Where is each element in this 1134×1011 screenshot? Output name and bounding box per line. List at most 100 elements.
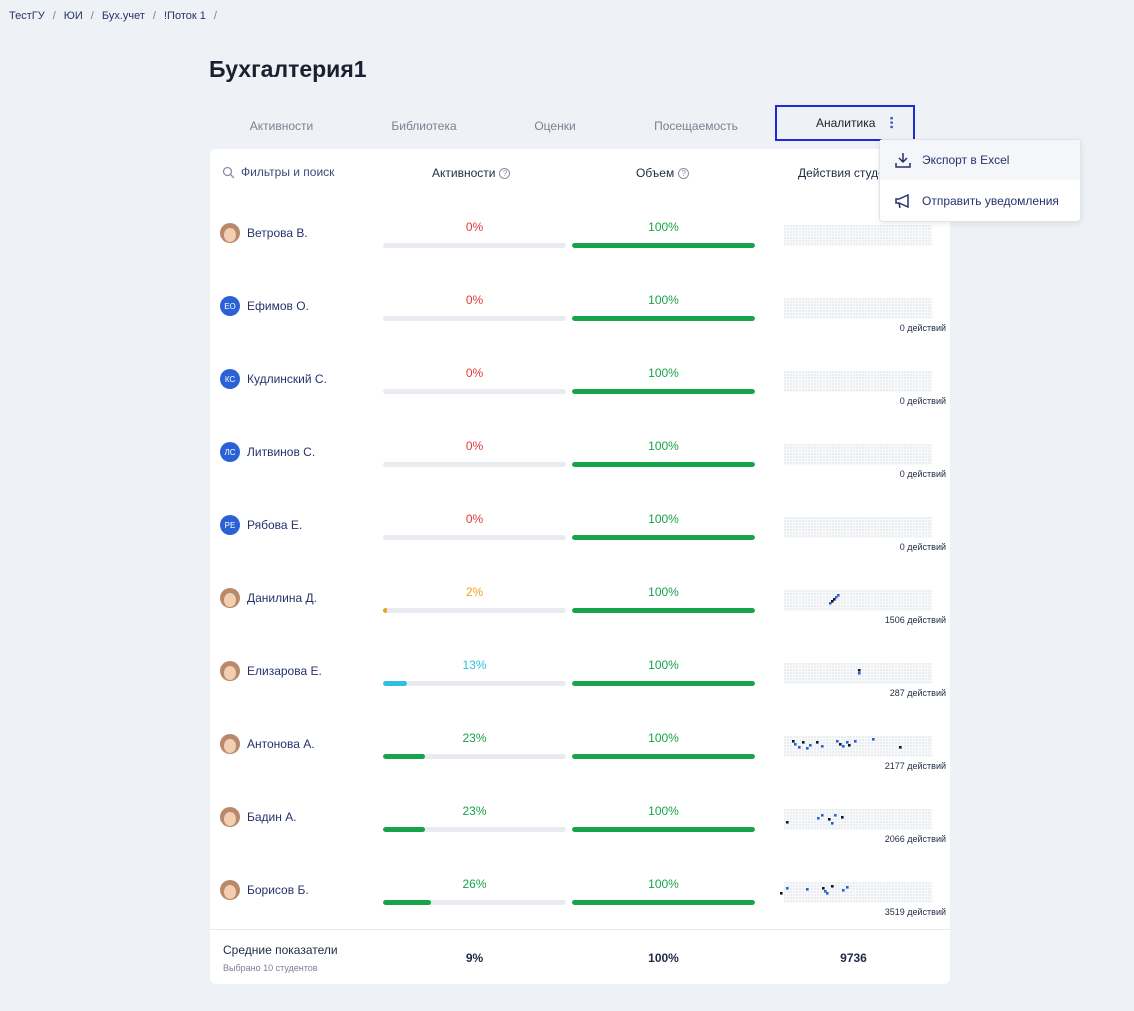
student-name[interactable]: Бадин А. bbox=[247, 810, 297, 824]
help-icon[interactable]: ? bbox=[678, 167, 690, 179]
column-volume-label: Объем bbox=[636, 166, 675, 180]
heatmap-cell bbox=[831, 600, 834, 603]
volume-progress-bar bbox=[572, 900, 755, 905]
heatmap-cell bbox=[842, 745, 845, 748]
activity-heatmap bbox=[784, 663, 932, 684]
breadcrumb-item[interactable]: ЮИ bbox=[64, 10, 83, 22]
activity-progress-bar bbox=[383, 535, 566, 540]
heatmap-cell bbox=[817, 817, 820, 820]
heatmap-cell bbox=[836, 740, 839, 743]
more-options-icon[interactable]: ⋯ bbox=[884, 116, 899, 128]
student-name[interactable]: Данилина Д. bbox=[247, 591, 317, 605]
table-row: Елизарова Е. 13% 100% 287 действий bbox=[210, 635, 950, 708]
heatmap-cell bbox=[780, 892, 783, 895]
activity-heatmap bbox=[784, 517, 932, 538]
student-name[interactable]: Ефимов О. bbox=[247, 299, 309, 313]
activity-progress-bar bbox=[383, 462, 566, 467]
student-name[interactable]: Литвинов С. bbox=[247, 445, 315, 459]
heatmap-cell bbox=[826, 892, 829, 895]
heatmap-cell bbox=[841, 816, 844, 819]
table-footer: Средние показатели Выбрано 10 студентов … bbox=[210, 929, 950, 984]
activity-percent: 23% bbox=[462, 731, 487, 745]
heatmap-cell bbox=[846, 741, 849, 744]
volume-progress-bar bbox=[572, 243, 755, 248]
heatmap-cell bbox=[806, 747, 809, 750]
activity-percent: 26% bbox=[462, 877, 487, 891]
search-label: Фильтры и поиск bbox=[241, 165, 335, 179]
activity-progress-bar bbox=[383, 389, 566, 394]
activity-percent: 0% bbox=[465, 512, 484, 526]
volume-progress-bar bbox=[572, 608, 755, 613]
heatmap-cell bbox=[802, 741, 805, 744]
volume-percent: 100% bbox=[648, 731, 679, 745]
breadcrumb-item[interactable]: !Поток 1 bbox=[164, 10, 206, 22]
export-excel-item[interactable]: Экспорт в Excel bbox=[880, 140, 1080, 180]
volume-percent: 100% bbox=[648, 585, 679, 599]
search-icon bbox=[222, 166, 235, 178]
volume-progress-bar bbox=[572, 754, 755, 759]
heatmap-cell bbox=[786, 821, 789, 824]
volume-percent: 100% bbox=[648, 658, 679, 672]
volume-percent: 100% bbox=[648, 366, 679, 380]
avatar bbox=[220, 807, 240, 827]
avatar: ЛС bbox=[220, 442, 240, 462]
footer-volume: 100% bbox=[648, 951, 679, 965]
student-name[interactable]: Борисов Б. bbox=[247, 883, 309, 897]
column-volume: Объем ? bbox=[636, 166, 690, 180]
activity-percent: 0% bbox=[465, 220, 484, 234]
table-row: Ветрова В. 0% 100% bbox=[210, 197, 950, 270]
download-icon bbox=[895, 153, 911, 168]
tab-library[interactable]: Библиотека bbox=[354, 108, 494, 144]
student-name[interactable]: Кудлинский С. bbox=[247, 372, 327, 386]
table-row: ЛС Литвинов С. 0% 100% 0 действий bbox=[210, 416, 950, 489]
volume-progress-bar bbox=[572, 535, 755, 540]
send-notifications-label: Отправить уведомления bbox=[922, 194, 1059, 208]
heatmap-cell bbox=[794, 743, 797, 746]
activity-heatmap bbox=[784, 736, 932, 757]
actions-count: 0 действий bbox=[899, 323, 946, 333]
heatmap-cell bbox=[846, 886, 849, 889]
tab-analytics[interactable]: Аналитика ⋯ bbox=[775, 105, 915, 141]
student-name[interactable]: Елизарова Е. bbox=[247, 664, 322, 678]
activity-percent: 0% bbox=[465, 366, 484, 380]
actions-count: 1506 действий bbox=[884, 615, 946, 625]
tab-grades[interactable]: Оценки bbox=[494, 108, 616, 144]
activity-progress-bar bbox=[383, 681, 566, 686]
table-row: Борисов Б. 26% 100% 3519 действий bbox=[210, 854, 950, 927]
heatmap-cell bbox=[834, 814, 837, 817]
table-header: Фильтры и поиск Активности ? Объем ? Дей… bbox=[210, 149, 950, 197]
analytics-menu: Экспорт в Excel Отправить уведомления bbox=[879, 139, 1081, 222]
activity-percent: 13% bbox=[462, 658, 487, 672]
search-filter[interactable]: Фильтры и поиск bbox=[222, 165, 334, 179]
volume-percent: 100% bbox=[648, 220, 679, 234]
column-activity: Активности ? bbox=[432, 166, 511, 180]
activity-percent: 2% bbox=[465, 585, 484, 599]
breadcrumb-item[interactable]: ТестГУ bbox=[9, 10, 45, 22]
column-activity-label: Активности bbox=[432, 166, 496, 180]
breadcrumb-item[interactable]: Бух.учет bbox=[102, 10, 145, 22]
activity-progress-bar bbox=[383, 754, 566, 759]
tab-attendance[interactable]: Посещаемость bbox=[616, 108, 776, 144]
student-name[interactable]: Рябова Е. bbox=[247, 518, 302, 532]
send-notifications-item[interactable]: Отправить уведомления bbox=[880, 181, 1080, 221]
heatmap-cell bbox=[806, 888, 809, 891]
activity-heatmap bbox=[784, 225, 932, 246]
actions-count: 2066 действий bbox=[884, 834, 946, 844]
avatar bbox=[220, 734, 240, 754]
tab-activities[interactable]: Активности bbox=[209, 108, 354, 144]
avatar bbox=[220, 223, 240, 243]
actions-count: 0 действий bbox=[899, 542, 946, 552]
student-name[interactable]: Ветрова В. bbox=[247, 226, 308, 240]
activity-progress-bar bbox=[383, 900, 566, 905]
student-name[interactable]: Антонова А. bbox=[247, 737, 315, 751]
activity-progress-bar bbox=[383, 827, 566, 832]
help-icon[interactable]: ? bbox=[499, 167, 511, 179]
activity-percent: 0% bbox=[465, 293, 484, 307]
activity-percent: 0% bbox=[465, 439, 484, 453]
activity-percent: 23% bbox=[462, 804, 487, 818]
avatar bbox=[220, 880, 240, 900]
heatmap-cell bbox=[809, 744, 812, 747]
heatmap-cell bbox=[842, 889, 845, 892]
heatmap-cell bbox=[899, 746, 902, 749]
actions-count: 3519 действий bbox=[884, 907, 946, 917]
